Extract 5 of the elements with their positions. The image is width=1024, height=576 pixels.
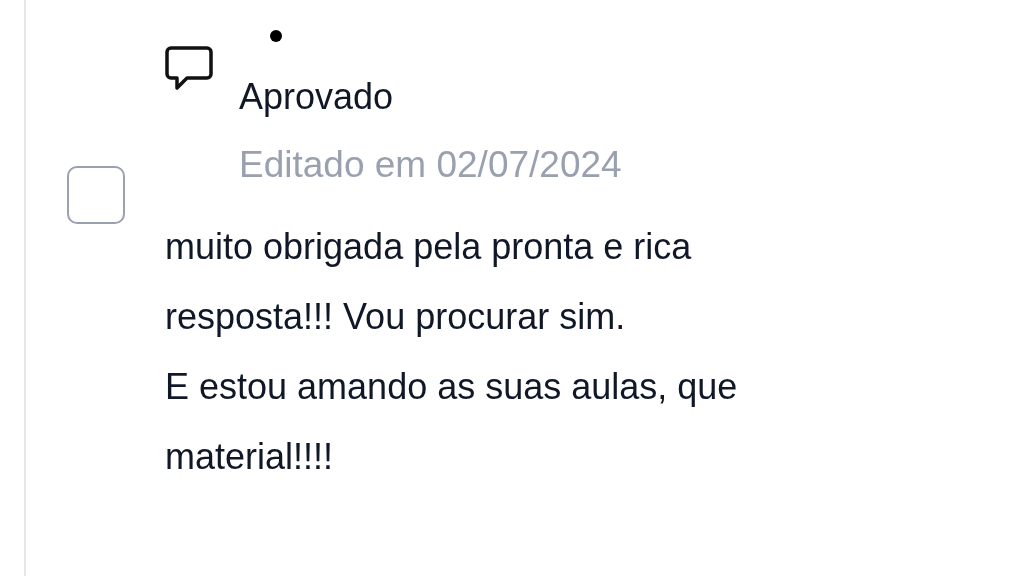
checkbox[interactable]: [67, 166, 125, 224]
comment-icon: [165, 46, 213, 92]
comment-text: muito obrigada pela pronta e rica resposta!!! Vou procurar sim. E estou amando as suas aulas, que material!!!!: [165, 225, 738, 479]
status-text: Aprovado: [239, 75, 395, 119]
edited-date: Editado em 02/07/2024: [239, 143, 622, 187]
